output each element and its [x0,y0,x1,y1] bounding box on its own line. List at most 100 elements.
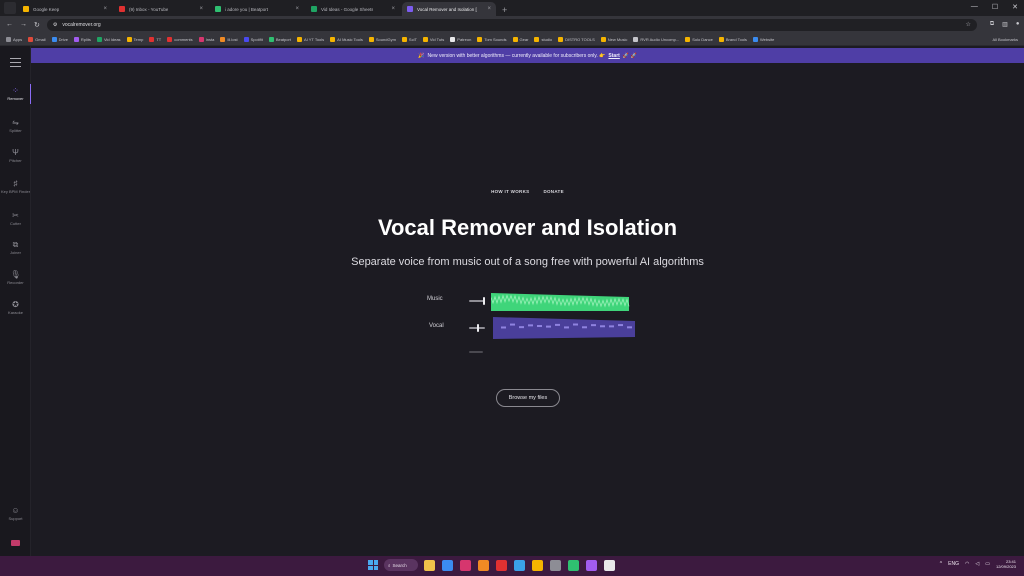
vocal-wave-segment [501,326,506,329]
taskbar-app-icon[interactable] [460,559,471,571]
sidebar-item-joiner[interactable]: ⧉ Joiner [0,240,31,255]
bookmark-label: Temp [133,36,144,42]
vocal-wave-segment [573,323,578,326]
bookmark-item[interactable]: DISTRO TOOLS [558,36,595,42]
bookmark-star-icon[interactable]: ☆ [965,21,970,28]
browse-files-button[interactable]: Browse my files [496,389,560,407]
bookmark-item[interactable]: Beatport [268,36,291,42]
sidebar-item-splitter[interactable]: ⇋ Splitter [0,118,31,133]
bookmark-favicon-icon [368,36,374,42]
bookmark-item[interactable]: Patreon [450,36,471,42]
sidebar-item-cutter[interactable]: ✂ Cutter [0,211,31,226]
sidebar-item-karaoke[interactable]: ✪ Karaoke [0,300,31,315]
taskbar-app-icon[interactable] [514,559,525,571]
taskbar-app-icon[interactable] [568,559,579,571]
new-tab-button[interactable]: + [502,5,507,15]
bookmark-item[interactable]: Solo Dance [685,36,713,42]
sidebar-item-support[interactable]: ☺ Support [0,506,31,521]
bookmark-label: SciT [408,36,417,42]
bookmark-item[interactable]: Apps [6,36,22,42]
profile-avatar[interactable]: ● [1016,21,1020,28]
bookmark-item[interactable]: Temp [126,36,144,42]
banner-start-link[interactable]: Start [608,53,619,59]
tab-close-icon[interactable]: × [391,6,395,12]
taskbar-app-icon[interactable] [550,559,561,571]
bookmark-item[interactable]: New Music [600,36,627,42]
bookmark-item[interactable]: Vid Ideas [96,36,121,42]
bookmark-item[interactable]: AI Music Tools [330,36,363,42]
bookmark-item[interactable]: studio [534,36,552,42]
bookmark-item[interactable]: Spotifit [243,36,263,42]
bookmark-item[interactable]: comments [167,36,193,42]
vocal-wave-segment [555,323,560,326]
bookmark-item[interactable]: TT [149,36,161,42]
bookmark-item[interactable]: Brand Tools [718,36,747,42]
tab-close-icon[interactable]: × [103,6,107,12]
bookmark-item[interactable]: AI YT Tools [296,36,324,42]
address-bar[interactable]: ⚙ vocalremover.org ☆ [46,18,977,31]
bookmarks-bar: Apps Gmail Drive Rplits Vid Ideas Temp TT comme… [0,33,1024,46]
sidebar-item-recorder[interactable]: 🎙 Recorder [0,270,31,285]
taskbar-app-icon[interactable] [442,559,453,571]
bookmark-item[interactable]: Drive [51,36,68,42]
taskbar-app-icon[interactable] [532,559,543,571]
tab-close-icon[interactable]: × [199,6,203,12]
sidepanel-icon[interactable]: ▥ [1002,21,1008,28]
vocal-wave-segment [564,326,569,329]
volume-icon[interactable]: ◁ [975,561,979,567]
taskbar-app-icon[interactable] [424,559,435,571]
maximize-button[interactable]: ☐ [992,3,998,11]
browser-tab[interactable]: Vocal Remover and Isolation [× [402,2,496,16]
sidebar-item-pitcher[interactable]: Ψ Pitcher [0,148,31,163]
taskbar-app-icon[interactable] [604,559,615,571]
wifi-icon[interactable]: ◠ [965,561,969,567]
all-bookmarks-button[interactable]: All Bookmarks [992,37,1018,42]
bookmark-item[interactable]: SoundGym [368,36,396,42]
language-flag-icon[interactable] [11,540,20,546]
close-window-button[interactable]: ✕ [1012,3,1018,11]
battery-icon[interactable]: ▭ [985,561,990,567]
back-button[interactable]: ← [6,21,13,28]
bookmark-item[interactable]: Vid Tuts [422,36,444,42]
start-button-icon[interactable] [368,560,378,570]
bookmark-item[interactable]: SciT [401,36,417,42]
tab-close-icon[interactable]: × [487,6,491,12]
bookmark-item[interactable]: Tom Sounds [477,36,507,42]
browser-tab[interactable]: i adore you | Beatport × [210,2,304,16]
bookmark-item[interactable]: Ill.lost [220,36,238,42]
bookmark-item[interactable]: Website [752,36,774,42]
browser-tab[interactable]: (9) Inbox - YouTube × [114,2,208,16]
bookmark-item[interactable]: Insta [198,36,215,42]
bookmark-label: Insta [205,36,215,42]
announcement-banner: 🎉 New version with better algorithms — c… [31,48,1024,63]
minimize-button[interactable]: — [971,3,978,11]
bookmark-item[interactable]: Gmail [28,36,46,42]
sidebar-item-remover[interactable]: ⁘ Remover [0,84,32,104]
bookmark-item[interactable]: Rplits [73,36,91,42]
tab-search-button[interactable] [4,2,16,14]
taskbar-app-icon[interactable] [478,559,489,571]
url-text: vocalremover.org [62,21,101,28]
forward-button[interactable]: → [20,21,27,28]
bookmark-favicon-icon [126,36,132,42]
extensions-icon[interactable]: ⧉ [990,21,994,28]
site-info-icon[interactable]: ⚙ [53,22,57,28]
menu-icon[interactable] [10,58,21,70]
bookmark-item[interactable]: Gear [512,36,528,42]
tab-close-icon[interactable]: × [295,6,299,12]
taskbar-search[interactable]: ⌕ Search [384,559,418,571]
nav-how-it-works[interactable]: HOW IT WORKS [491,189,529,194]
sidebar-item-key-bpm-finder[interactable]: ♯ Key BPM Finder [0,179,31,194]
browser-tab[interactable]: Google Keep × [18,2,112,16]
tray-chevron-icon[interactable]: ^ [940,561,942,567]
language-indicator[interactable]: ENG [948,561,959,567]
nav-donate[interactable]: DONATE [543,189,563,194]
bookmark-label: Rplits [80,36,91,42]
browser-tab[interactable]: Vid Ideas - Google Sheets × [306,2,400,16]
clock[interactable]: 23:41 12/09/2023 [996,559,1016,569]
bookmark-item[interactable]: RVR Audio Uncomp... [633,36,679,42]
taskbar-app-icon[interactable] [586,559,597,571]
taskbar-app-icon[interactable] [496,559,507,571]
bookmark-favicon-icon [718,36,724,42]
reload-button[interactable]: ↻ [34,21,40,29]
